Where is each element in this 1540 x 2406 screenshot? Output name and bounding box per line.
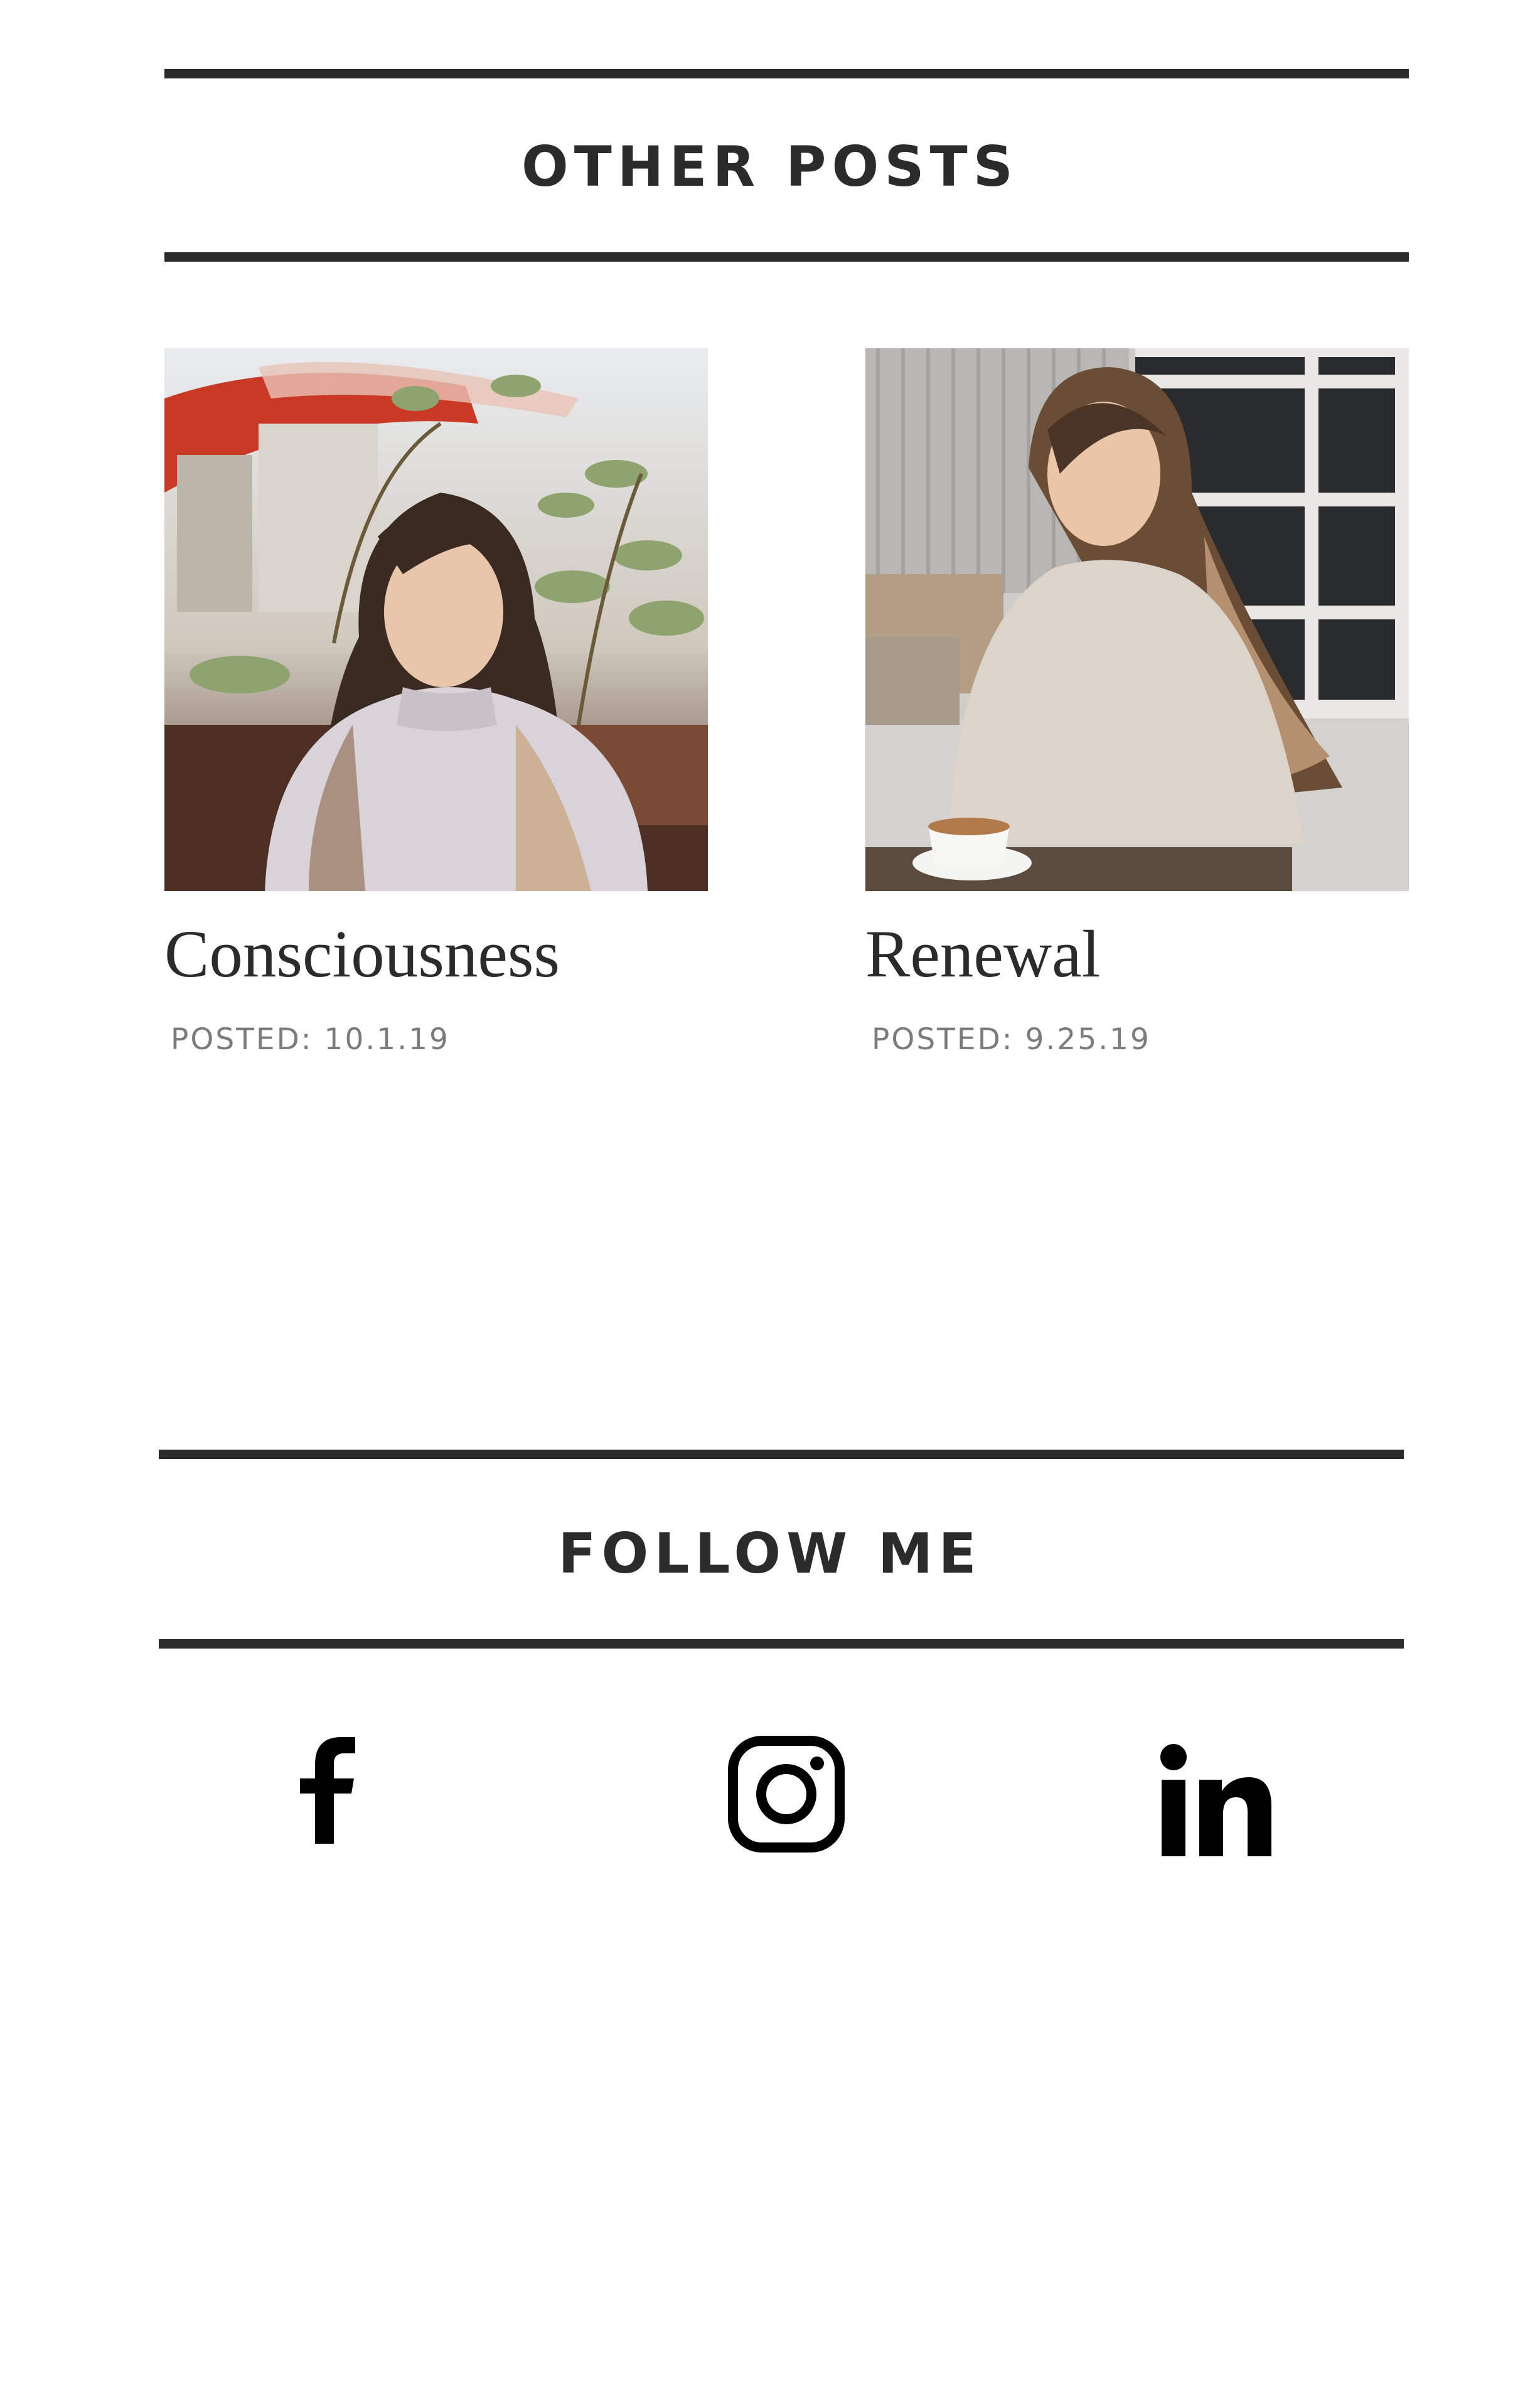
post-card-consciousness: Consciousness POSTED: 10.1.19 xyxy=(164,348,708,1054)
post-thumbnail-renewal[interactable] xyxy=(865,348,1409,891)
post-title[interactable]: Renewal xyxy=(865,921,1409,988)
post-thumbnail-consciousness[interactable] xyxy=(164,348,708,891)
follow-bottom-divider xyxy=(159,1639,1404,1649)
top-divider xyxy=(164,69,1409,78)
post-card-renewal: Renewal POSTED: 9.25.19 xyxy=(865,348,1409,1054)
other-posts-heading: OTHER POSTS xyxy=(521,134,1019,199)
facebook-icon[interactable] xyxy=(300,1737,356,1847)
post-date: POSTED: 10.1.19 xyxy=(171,1022,450,1057)
post-link-consciousness[interactable]: Consciousness xyxy=(164,348,708,988)
post-date: POSTED: 9.25.19 xyxy=(872,1022,1151,1057)
post-thumbnail-photo xyxy=(164,348,708,891)
instagram-icon[interactable] xyxy=(728,1736,845,1856)
follow-me-heading: FOLLOW ME xyxy=(558,1521,982,1586)
post-thumbnail-photo xyxy=(865,348,1409,891)
follow-top-divider xyxy=(159,1450,1404,1459)
other-posts-divider xyxy=(164,252,1409,262)
post-title[interactable]: Consciousness xyxy=(164,921,708,988)
post-link-renewal[interactable]: Renewal xyxy=(865,348,1409,988)
linkedin-icon[interactable] xyxy=(1160,1743,1271,1859)
